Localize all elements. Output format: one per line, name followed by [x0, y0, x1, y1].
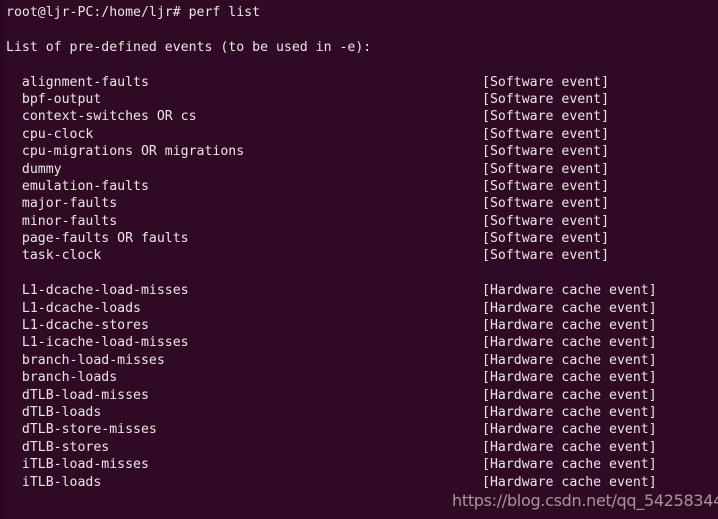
- event-type-label: [Software event]: [482, 178, 610, 194]
- event-type-label: [Software event]: [482, 126, 610, 142]
- event-name: dTLB-load-misses: [6, 387, 149, 403]
- event-row: cpu-migrations OR migrations [Software ev…: [6, 143, 718, 160]
- event-type-label: [Hardware cache event]: [482, 370, 657, 386]
- event-type-label: [Software event]: [482, 161, 610, 177]
- event-type-label: [Software event]: [482, 109, 610, 125]
- event-name: major-faults: [6, 196, 118, 212]
- event-row: context-switches OR cs [Software event]: [6, 108, 718, 125]
- event-row: page-faults OR faults [Software event]: [6, 230, 718, 247]
- csdn-watermark: https://blog.csdn.net/qq_54258344: [452, 491, 718, 510]
- event-type-label: [Software event]: [482, 213, 610, 229]
- event-type-label: [Hardware cache event]: [482, 387, 657, 403]
- event-row: dTLB-loads [Hardware cache event]: [6, 404, 718, 421]
- event-name: context-switches OR cs: [6, 109, 197, 125]
- event-name: alignment-faults: [6, 74, 149, 90]
- event-row: L1-dcache-loads [Hardware cache event]: [6, 300, 718, 317]
- event-type-label: [Software event]: [482, 91, 610, 107]
- event-name: bpf-output: [6, 91, 102, 107]
- event-type-label: [Hardware cache event]: [482, 283, 657, 299]
- event-name: branch-load-misses: [6, 352, 165, 368]
- event-type-label: [Hardware cache event]: [482, 457, 657, 473]
- event-section-hardware-cache-events: L1-dcache-load-misses [Hardware cache eve…: [6, 282, 718, 491]
- event-name: dummy: [6, 161, 62, 177]
- event-type-label: [Hardware cache event]: [482, 404, 657, 420]
- event-name: dTLB-loads: [6, 404, 102, 420]
- event-type-label: [Hardware cache event]: [482, 352, 657, 368]
- event-type-label: [Hardware cache event]: [482, 318, 657, 334]
- event-row: dTLB-stores [Hardware cache event]: [6, 439, 718, 456]
- event-row: emulation-faults [Software event]: [6, 178, 718, 195]
- event-row: branch-load-misses [Hardware cache event]: [6, 352, 718, 369]
- event-name: cpu-clock: [6, 126, 94, 142]
- event-name: page-faults OR faults: [6, 231, 189, 247]
- event-type-label: [Software event]: [482, 74, 610, 90]
- event-name: task-clock: [6, 248, 102, 264]
- event-row: cpu-clock [Software event]: [6, 126, 718, 143]
- event-row: dummy [Software event]: [6, 161, 718, 178]
- event-name: L1-icache-load-misses: [6, 335, 189, 351]
- event-row: L1-dcache-load-misses [Hardware cache eve…: [6, 282, 718, 299]
- event-type-label: [Software event]: [482, 144, 610, 160]
- output-header: List of pre-defined events (to be used i…: [6, 39, 372, 55]
- event-row: task-clock [Software event]: [6, 247, 718, 264]
- event-name: iTLB-loads: [6, 474, 102, 490]
- event-name: dTLB-store-misses: [6, 422, 157, 438]
- event-row: iTLB-loads [Hardware cache event]: [6, 474, 718, 491]
- event-row: major-faults [Software event]: [6, 195, 718, 212]
- event-row: minor-faults [Software event]: [6, 213, 718, 230]
- command-prompt-line: root@ljr-PC:/home/ljr# perf list: [6, 5, 261, 20]
- event-row: alignment-faults [Software event]: [6, 74, 718, 91]
- terminal-screen[interactable]: root@ljr-PC:/home/ljr# perf list List of…: [0, 0, 718, 491]
- event-type-label: [Hardware cache event]: [482, 474, 657, 490]
- event-row: dTLB-store-misses [Hardware cache event]: [6, 421, 718, 438]
- event-row: iTLB-load-misses [Hardware cache event]: [6, 456, 718, 473]
- event-name: minor-faults: [6, 213, 118, 229]
- event-name: iTLB-load-misses: [6, 457, 149, 473]
- event-name: emulation-faults: [6, 178, 149, 194]
- event-name: branch-loads: [6, 370, 118, 386]
- event-name: L1-dcache-load-misses: [6, 283, 189, 299]
- event-row: L1-dcache-stores [Hardware cache event]: [6, 317, 718, 334]
- event-name: L1-dcache-loads: [6, 300, 141, 316]
- event-type-label: [Software event]: [482, 231, 610, 247]
- event-row: bpf-output [Software event]: [6, 91, 718, 108]
- event-type-label: [Software event]: [482, 248, 610, 264]
- event-type-label: [Hardware cache event]: [482, 300, 657, 316]
- event-type-label: [Hardware cache event]: [482, 439, 657, 455]
- event-row: L1-icache-load-misses [Hardware cache eve…: [6, 334, 718, 351]
- event-type-label: [Software event]: [482, 196, 610, 212]
- event-sections: alignment-faults [Software event] bpf-out…: [6, 74, 718, 491]
- event-name: L1-dcache-stores: [6, 318, 149, 334]
- event-row: branch-loads [Hardware cache event]: [6, 369, 718, 386]
- event-name: dTLB-stores: [6, 439, 110, 455]
- terminal-window[interactable]: root@ljr-PC:/home/ljr# perf list List of…: [0, 0, 718, 519]
- event-type-label: [Hardware cache event]: [482, 422, 657, 438]
- event-row: dTLB-load-misses [Hardware cache event]: [6, 387, 718, 404]
- event-name: cpu-migrations OR migrations: [6, 144, 245, 160]
- event-type-label: [Hardware cache event]: [482, 335, 657, 351]
- event-section-software-events: alignment-faults [Software event] bpf-out…: [6, 74, 718, 265]
